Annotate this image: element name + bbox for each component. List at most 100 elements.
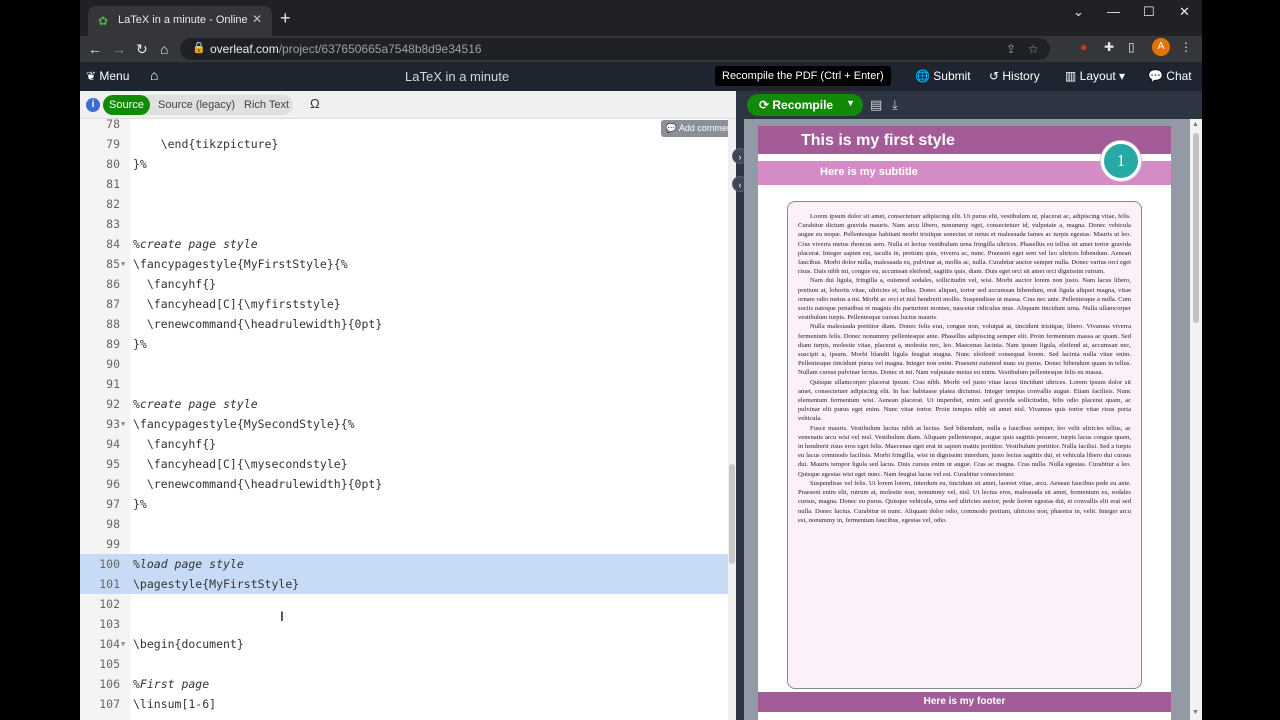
code-line[interactable]: 105 [80,654,728,674]
code-line[interactable]: 87 \fancyhead[C]{\myfirststyle} [80,294,728,314]
line-number: 100 [99,557,120,571]
code-line[interactable]: 92 %create page style [80,394,728,414]
code-line[interactable]: 86 \fancyhf{} [80,274,728,294]
rich-text-mode-button[interactable]: Rich Text [244,95,289,115]
line-number: 86 [106,277,120,291]
layout-label: Layout [1079,69,1116,83]
browser-menu-icon[interactable]: ⋮ [1180,40,1192,54]
code-line[interactable]: 78 [80,119,728,134]
code-line[interactable]: 82 [80,194,728,214]
code-line[interactable]: 101 \pagestyle{MyFirstStyle} [80,574,728,594]
code-line[interactable]: 104 ▼ \begin{document} [80,634,728,654]
recompile-options-icon[interactable]: ▼ [846,98,855,108]
source-mode-button[interactable]: Source [103,95,150,115]
code-text: %First page [133,677,210,691]
line-number: 107 [99,697,120,711]
recompile-tooltip: Recompile the PDF (Ctrl + Enter) [715,66,891,86]
code-text: \end{tikzpicture} [133,137,279,151]
code-line[interactable]: 89}% [80,334,728,354]
code-line[interactable]: 80}% [80,154,728,174]
code-line[interactable]: 96 \renewcommand{\headrulewidth}{0pt} [80,474,728,494]
history-button[interactable]: ↺ History [989,69,1040,83]
editor-scrollbar-thumb[interactable] [729,464,735,564]
pdf-scrollbar[interactable]: ▲ ▼ [1190,119,1202,720]
line-number: 96 [106,477,120,491]
fold-arrow-icon[interactable]: ▼ [121,414,125,434]
fold-arrow-icon[interactable]: ▼ [121,254,125,274]
scroll-down-icon[interactable]: ▼ [1192,709,1199,716]
line-number: 102 [99,597,120,611]
line-number: 79 [106,137,120,151]
side-panel-icon[interactable]: ▯ [1128,40,1135,54]
scroll-up-icon[interactable]: ▲ [1192,121,1199,128]
code-line[interactable]: 79 \end{tikzpicture} [80,134,728,154]
back-icon[interactable]: ← [88,39,102,59]
browser-toolbar: ← → ↻ ⌂ 🔒 overleaf.com/project/637650665… [80,36,1202,62]
menu-button[interactable]: ❦ Menu [86,69,129,83]
code-line[interactable]: 99 [80,534,728,554]
share-icon[interactable]: ⇪ [1006,42,1016,56]
home-icon[interactable]: ⌂ [160,39,168,59]
submit-button[interactable]: 🌐 Submit [915,69,971,83]
line-number: 78 [106,119,120,131]
code-line[interactable]: 107 \linsum[1-6] [80,694,728,714]
address-bar[interactable]: 🔒 overleaf.com/project/637650665a7548b8d… [180,38,1050,60]
code-text: }% [133,157,147,171]
chat-button[interactable]: 💬 Chat [1148,69,1192,83]
editor-scrollbar[interactable] [728,119,736,720]
extensions-puzzle-icon[interactable]: ✚ [1104,40,1114,54]
extension-icon[interactable]: ● [1080,40,1087,54]
line-number: 105 [99,657,120,671]
logs-icon[interactable]: ▤ [870,97,882,113]
code-line[interactable]: 102 [80,594,728,614]
profile-avatar[interactable]: A [1152,38,1170,56]
code-line[interactable]: 81 [80,174,728,194]
minimize-icon[interactable]: — [1107,4,1120,19]
download-pdf-icon[interactable]: ⤓ [892,97,898,113]
reload-icon[interactable]: ↻ [136,39,148,59]
line-number: 92 [106,397,120,411]
fold-arrow-icon[interactable]: ▼ [121,634,125,654]
new-tab-button[interactable]: + [280,8,291,28]
source-legacy-mode-button[interactable]: Source (legacy) [158,95,235,115]
maximize-icon[interactable]: ☐ [1143,4,1155,20]
code-line[interactable]: 94 \fancyhf{} [80,434,728,454]
pdf-paragraph: Nulla malesuada porttitor diam. Donec fe… [798,323,1131,377]
code-line[interactable]: 85 ▼ \fancypagestyle{MyFirstStyle}{% [80,254,728,274]
project-title[interactable]: LaTeX in a minute [405,69,509,84]
code-editor[interactable]: 78 79 \end{tikzpicture} 80}% 81 82 83 84 %creat… [80,119,736,720]
code-line[interactable]: 98 [80,514,728,534]
recompile-button[interactable]: ⟳ Recompile ▼ [747,94,863,116]
tab-search-icon[interactable]: ⌄ [1073,4,1084,20]
code-line[interactable]: 91 [80,374,728,394]
pdf-viewer[interactable]: This is my first style Here is my subtit… [744,119,1202,720]
url-path: /project/637650665a7548b8d9e34516 [278,42,482,56]
overleaf-logo-icon: ❦ [86,69,100,83]
window-close-icon[interactable]: ✕ [1179,4,1190,20]
code-line[interactable]: 88 \renewcommand{\headrulewidth}{0pt} [80,314,728,334]
code-line[interactable]: 93 ▼ \fancypagestyle{MySecondStyle}{% [80,414,728,434]
code-line[interactable]: 97}% [80,494,728,514]
url-host: overleaf.com [210,42,279,56]
code-line[interactable]: 106 %First page [80,674,728,694]
lock-icon[interactable]: 🔒 [192,41,206,54]
info-icon[interactable]: i [86,98,100,112]
code-line[interactable]: 84 %create page style [80,234,728,254]
tab-close-icon[interactable]: ✕ [252,12,262,26]
line-number: 88 [106,317,120,331]
code-line[interactable]: 100 %load page style [80,554,728,574]
forward-icon[interactable]: → [112,39,126,59]
code-line[interactable]: 83 [80,214,728,234]
code-line[interactable]: 95 \fancyhead[C]{\mysecondstyle} [80,454,728,474]
line-number: 101 [99,577,120,591]
browser-tab[interactable]: ✿ LaTeX in a minute - Online LaTeX ✕ [88,6,272,36]
code-line[interactable]: 90 [80,354,728,374]
code-line[interactable]: 103 [80,614,728,634]
bookmark-star-icon[interactable]: ☆ [1028,42,1039,56]
pdf-scrollbar-thumb[interactable] [1193,133,1199,323]
home-nav-icon[interactable]: ⌂ [150,67,158,83]
layout-button[interactable]: ▥ Layout ▾ [1065,69,1125,83]
line-number: 94 [106,437,120,451]
overleaf-topbar: ❦ Menu ⌂ LaTeX in a minute re 🌐 Submit ↺… [80,62,1202,91]
symbol-palette-icon[interactable]: Ω [310,96,320,111]
